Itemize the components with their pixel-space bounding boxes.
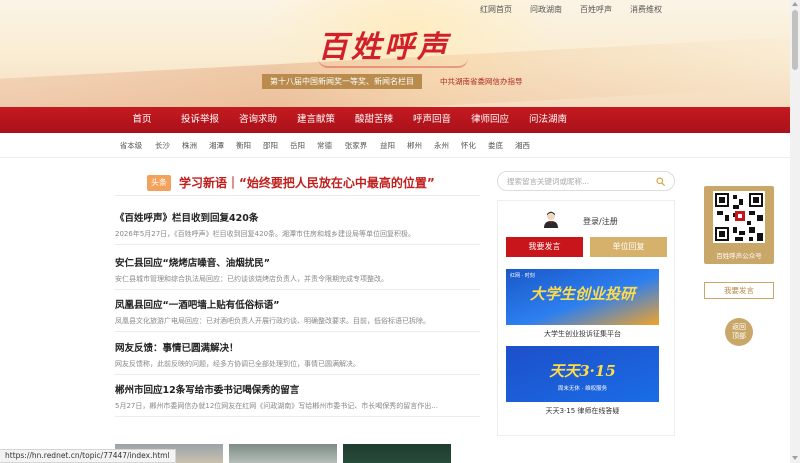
main-nav: 首页 投诉举报 咨询求助 建言献策 酸甜苦辣 呼声回音 律师回应 问法湖南 xyxy=(0,107,790,133)
qr-caption: 百姓呼声公众号 xyxy=(716,252,762,260)
news-summary: 网友反馈称，此前反映的问题，经多方协调已全部处理到位，事情已圆满解决。 xyxy=(115,360,360,368)
nav-law[interactable]: 问法湖南 xyxy=(519,107,577,133)
promo-banner-315[interactable]: 天天3·15 周末无休 · 维权服务 xyxy=(506,346,659,402)
search-box xyxy=(497,171,675,191)
headline-divider xyxy=(115,195,480,196)
scroll-down-arrow-icon[interactable] xyxy=(792,456,798,460)
search-icon[interactable] xyxy=(656,177,665,186)
nav-lawyer[interactable]: 律师回应 xyxy=(461,107,519,133)
city-item[interactable]: 衡阳 xyxy=(230,133,257,158)
news-summary: 5月27日，郴州市委网信办就12位网友在红网《问政湖南》写给郴州市委书记、市长喝… xyxy=(115,402,438,410)
scrollbar-thumb[interactable] xyxy=(792,10,798,70)
promo-headline: 天天3·15 xyxy=(549,362,616,380)
news-item: 郴州市回应12条写给市委书记喝保秀的留言 5月27日，郴州市委网信办就12位网友… xyxy=(115,382,480,417)
city-item[interactable]: 怀化 xyxy=(455,133,482,158)
speak-button[interactable]: 我要发言 xyxy=(506,237,583,257)
thumbnail-image[interactable] xyxy=(343,444,451,463)
nav-life[interactable]: 酸甜苦辣 xyxy=(345,107,403,133)
city-bar: 省本级 长沙 株洲 湘潭 衡阳 邵阳 岳阳 常德 张家界 益阳 郴州 永州 怀化… xyxy=(0,133,790,158)
top-link-consumer[interactable]: 消费维权 xyxy=(630,4,662,15)
city-item[interactable]: 益阳 xyxy=(374,133,401,158)
city-item[interactable]: 永州 xyxy=(428,133,455,158)
promo-caption[interactable]: 大学生创业投诉征集平台 xyxy=(506,329,659,339)
promo-subline: 周末无休 · 维权服务 xyxy=(557,386,608,392)
city-item[interactable]: 常德 xyxy=(311,133,338,158)
news-item: 网友反馈：事情已圆满解决！ 网友反馈称，此前反映的问题，经多方协调已全部处理到位… xyxy=(115,340,480,375)
logo-swirl xyxy=(318,58,468,68)
side-speak-button[interactable]: 我要发言 xyxy=(704,282,774,299)
thumbnail-image[interactable] xyxy=(229,444,337,463)
city-item[interactable]: 湘潭 xyxy=(203,133,230,158)
avatar-icon[interactable] xyxy=(542,210,560,228)
news-summary: 安仁县城市管理和综合执法局回应：已约谈该烧烤店负责人，并责令限期完成专项整改。 xyxy=(115,275,388,283)
news-title[interactable]: 安仁县回应“烧烤店噪音、油烟扰民” xyxy=(115,255,480,269)
link-status-bar: https://hn.rednet.cn/topic/77447/index.h… xyxy=(0,449,176,463)
guide-text: 中共湖南省委网信办指导 xyxy=(440,77,523,86)
login-register-link[interactable]: 登录/注册 xyxy=(583,216,618,227)
promo-headline: 大学生创业投研 xyxy=(529,285,635,303)
award-badge: 第十八届中国新闻奖一等奖、新闻名栏目 xyxy=(262,74,422,89)
nav-home[interactable]: 首页 xyxy=(113,107,171,133)
back-to-top-line1: 返回 xyxy=(732,323,746,331)
top-link-rednet[interactable]: 红网首页 xyxy=(480,4,512,15)
news-divider xyxy=(115,289,480,290)
header-banner: 红网首页 问政湖南 百姓呼声 消费维权 百姓呼声 第十八届中国新闻奖一等奖、新闻… xyxy=(0,0,790,107)
city-item[interactable]: 长沙 xyxy=(149,133,176,158)
promo-banner-startup[interactable]: 红网 · 时刻 大学生创业投研 xyxy=(506,269,659,325)
vertical-scrollbar[interactable] xyxy=(790,0,800,463)
news-summary: 2026年5月27日，《百姓呼声》栏目收到回复420条。湘潭市住房和城乡建设局等… xyxy=(115,230,416,238)
news-item: 凤凰县回应“一酒吧墙上贴有低俗标语” 凤凰县文化旅游广电局回应：已对酒吧负责人开… xyxy=(115,297,480,332)
promo-caption[interactable]: 天天3·15 律师在线答疑 xyxy=(506,406,659,416)
news-title[interactable]: 凤凰县回应“一酒吧墙上贴有低俗标语” xyxy=(115,297,480,311)
news-title[interactable]: 网友反馈：事情已圆满解决！ xyxy=(115,340,480,354)
news-divider xyxy=(115,244,480,245)
top-links: 红网首页 问政湖南 百姓呼声 消费维权 xyxy=(480,4,662,15)
news-title[interactable]: 《百姓呼声》栏目收到回复420条 xyxy=(115,210,480,224)
unit-reply-button[interactable]: 单位回复 xyxy=(590,237,667,257)
city-item[interactable]: 湘西 xyxy=(509,133,536,158)
news-summary: 凤凰县文化旅游广电局回应：已对酒吧负责人开展行政约谈、明确整改要求。目前，低俗标… xyxy=(115,317,430,325)
nav-suggest[interactable]: 建言献策 xyxy=(287,107,345,133)
news-divider xyxy=(115,331,480,332)
back-to-top-line2: 顶部 xyxy=(732,332,746,340)
city-item[interactable]: 岳阳 xyxy=(284,133,311,158)
city-item[interactable]: 邵阳 xyxy=(257,133,284,158)
search-input[interactable] xyxy=(507,175,647,188)
user-panel: 登录/注册 我要发言 单位回复 红网 · 时刻 大学生创业投研 大学生创业投诉征… xyxy=(497,200,675,436)
city-item[interactable]: 省本级 xyxy=(113,133,149,158)
headline: 头条 学习新语｜“始终要把人民放在心中最高的位置” xyxy=(147,174,435,191)
city-item[interactable]: 张家界 xyxy=(338,133,374,158)
back-to-top-button[interactable]: 返回 顶部 xyxy=(725,318,753,346)
headline-tag: 头条 xyxy=(147,174,171,191)
top-link-baixing[interactable]: 百姓呼声 xyxy=(580,4,612,15)
city-item[interactable]: 郴州 xyxy=(401,133,428,158)
promo-logo-text: 红网 · 时刻 xyxy=(510,273,535,279)
city-item[interactable]: 株洲 xyxy=(176,133,203,158)
nav-complaint[interactable]: 投诉举报 xyxy=(171,107,229,133)
headline-link[interactable]: 学习新语｜“始终要把人民放在心中最高的位置” xyxy=(179,174,435,191)
news-divider xyxy=(115,374,480,375)
news-item: 《百姓呼声》栏目收到回复420条 2026年5月27日，《百姓呼声》栏目收到回复… xyxy=(115,210,480,245)
qr-widget: 百姓呼声公众号 xyxy=(704,186,774,264)
nav-echo[interactable]: 呼声回音 xyxy=(403,107,461,133)
nav-consult[interactable]: 咨询求助 xyxy=(229,107,287,133)
news-title[interactable]: 郴州市回应12条写给市委书记喝保秀的留言 xyxy=(115,382,480,396)
news-divider xyxy=(115,416,480,417)
top-link-wenzheng[interactable]: 问政湖南 xyxy=(530,4,562,15)
scroll-up-arrow-icon[interactable] xyxy=(792,2,798,6)
qr-code-image xyxy=(713,191,765,243)
news-item: 安仁县回应“烧烤店噪音、油烟扰民” 安仁县城市管理和综合执法局回应：已约谈该烧烤… xyxy=(115,255,480,290)
city-item[interactable]: 娄底 xyxy=(482,133,509,158)
